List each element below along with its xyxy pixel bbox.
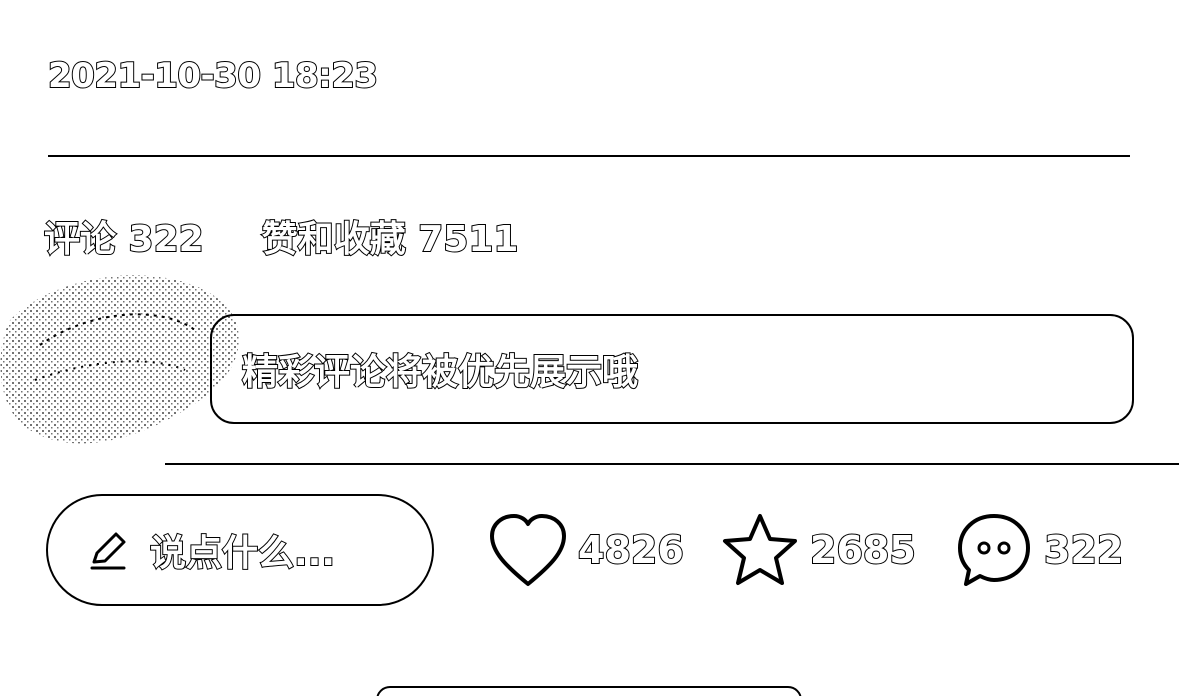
likes-collects-label: 赞和收藏 7511 <box>261 218 520 261</box>
comment-button[interactable]: 322 <box>952 510 1124 590</box>
top-divider <box>48 155 1130 157</box>
like-button[interactable]: 4826 <box>486 510 685 590</box>
say-something-placeholder: 说点什么... <box>149 532 336 575</box>
bottom-divider <box>165 463 1179 465</box>
bottom-bar-edge <box>376 686 802 696</box>
chat-bubble-icon <box>958 514 1030 586</box>
comments-count-tab[interactable]: 评论 322 <box>43 210 205 262</box>
bottom-action-bar: 说点什么... 4826 2685 322 <box>46 494 1136 606</box>
post-timestamp: 2021-10-30 18:23 <box>47 55 379 97</box>
likes-collects-tab[interactable]: 赞和收藏 7511 <box>261 210 520 262</box>
comment-input-box[interactable]: 精彩评论将被优先展示哦 <box>210 314 1134 424</box>
star-icon <box>723 514 797 585</box>
say-something-input[interactable]: 说点什么... <box>46 494 434 606</box>
pen-icon <box>90 532 126 570</box>
collect-button[interactable]: 2685 <box>718 510 917 590</box>
stats-row: 评论 322 赞和收藏 7511 <box>43 206 520 266</box>
like-count: 4826 <box>577 527 685 573</box>
collect-count: 2685 <box>809 527 917 573</box>
heart-icon <box>490 514 566 586</box>
comments-count-label: 评论 322 <box>43 218 205 261</box>
comment-input-placeholder: 精彩评论将被优先展示哦 <box>241 351 639 394</box>
comment-count: 322 <box>1043 527 1124 573</box>
